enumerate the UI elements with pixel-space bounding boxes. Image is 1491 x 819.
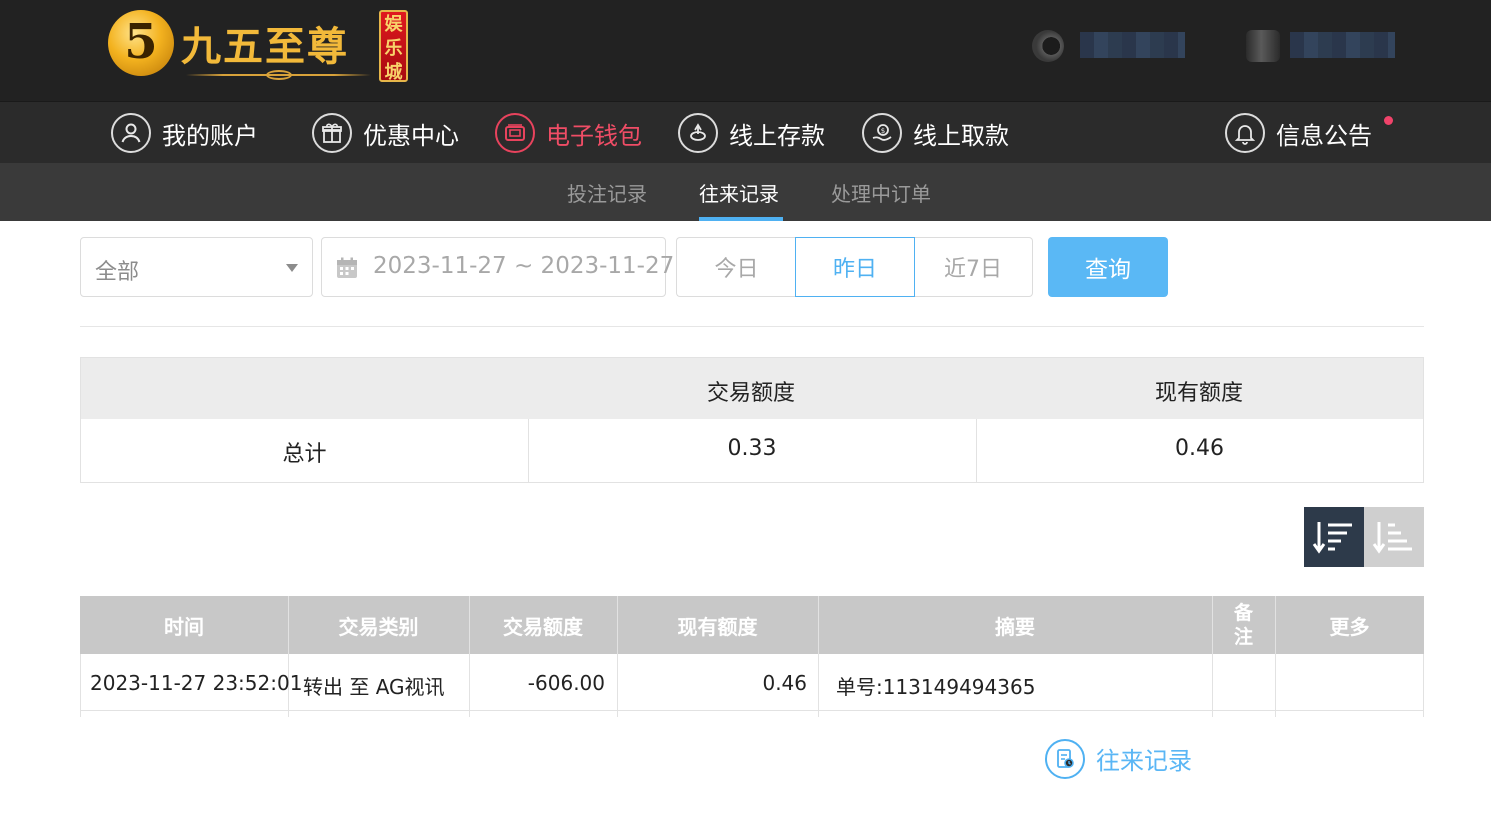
col-header-current-amount[interactable]: 现有额度 xyxy=(617,596,818,654)
sort-desc-icon xyxy=(1312,522,1352,554)
cell-time: 2023-11-27 23:52:01 xyxy=(90,671,303,695)
column-divider xyxy=(617,596,618,717)
column-divider xyxy=(818,596,819,717)
column-divider xyxy=(1212,596,1213,717)
summary-header-trade-amount: 交易额度 xyxy=(707,381,796,406)
nav-online-deposit[interactable]: 线上存款 xyxy=(678,112,825,154)
sub-nav: 投注记录 往来记录 处理中订单 xyxy=(0,163,1491,221)
tab-pending-orders[interactable]: 处理中订单 xyxy=(831,178,931,207)
nav-my-account[interactable]: 我的账户 xyxy=(111,112,258,154)
table-right-border xyxy=(1423,654,1424,717)
column-divider xyxy=(469,596,470,717)
nav-label: 我的账户 xyxy=(162,121,258,150)
tab-bet-records[interactable]: 投注记录 xyxy=(567,178,647,207)
transaction-type-select[interactable]: 全部 xyxy=(80,237,313,297)
wallet-icon xyxy=(495,113,535,153)
summary-total-current-amount: 0.46 xyxy=(1175,436,1224,461)
col-header-summary[interactable]: 摘要 xyxy=(818,596,1212,654)
col-header-time[interactable]: 时间 xyxy=(80,596,288,654)
cell-type: 转出 至 AG视讯 xyxy=(303,675,445,699)
brand-name: 九五至尊 xyxy=(181,23,349,70)
col-header-more[interactable]: 更多 xyxy=(1275,596,1424,654)
logo-badge: 娱 乐 城 xyxy=(379,10,408,83)
nav-label: 线上存款 xyxy=(729,121,825,150)
col-header-trade-amount[interactable]: 交易额度 xyxy=(469,596,617,654)
nav-e-wallet[interactable]: 电子钱包 xyxy=(495,112,642,154)
user-avatar-icon xyxy=(1032,30,1064,62)
table-left-border xyxy=(80,654,81,717)
top-header: 5 九五至尊 娱 乐 城 xyxy=(0,0,1491,101)
logo-ornament xyxy=(186,70,371,80)
nav-label: 线上取款 xyxy=(913,121,1009,150)
main-nav: 我的账户 优惠中心 电子钱包 线上存款 $ 线上取款 往来记录 信息公告 xyxy=(0,101,1491,779)
nav-label: 往来记录 xyxy=(1096,747,1192,775)
bell-icon xyxy=(1225,113,1265,153)
summary-total-trade-amount: 0.33 xyxy=(727,436,777,461)
nav-online-withdraw[interactable]: $ 线上取款 xyxy=(862,112,1009,154)
section-divider xyxy=(80,326,1424,327)
deposit-icon xyxy=(678,113,718,153)
nav-label: 信息公告 xyxy=(1276,121,1372,150)
quick-range-today[interactable]: 今日 xyxy=(676,237,796,297)
col-header-type[interactable]: 交易类别 xyxy=(288,596,469,654)
cell-trade-amount: -606.00 xyxy=(527,671,605,695)
sort-ascending-button[interactable] xyxy=(1364,507,1424,567)
svg-text:$: $ xyxy=(881,127,885,135)
logo-mark: 5 xyxy=(108,10,174,76)
nav-promotions[interactable]: 优惠中心 xyxy=(312,112,459,154)
nav-label: 优惠中心 xyxy=(363,121,459,150)
chevron-down-icon xyxy=(286,264,298,272)
blurred-username xyxy=(1080,32,1185,58)
sort-asc-icon xyxy=(1372,522,1412,554)
blurred-balance xyxy=(1290,32,1395,58)
cell-summary: 单号:113149494365 xyxy=(836,675,1036,699)
records-icon xyxy=(1045,738,1085,779)
sort-descending-button[interactable] xyxy=(1304,507,1364,567)
calendar-icon xyxy=(337,257,357,278)
active-tab-indicator xyxy=(699,217,783,221)
withdraw-icon: $ xyxy=(862,113,902,153)
col-header-note[interactable]: 备注 xyxy=(1212,596,1275,654)
nav-label: 电子钱包 xyxy=(546,121,642,150)
user-icon xyxy=(111,113,151,153)
date-range-value: 2023-11-27 ~ 2023-11-27 xyxy=(373,253,675,279)
query-button[interactable]: 查询 xyxy=(1048,237,1168,297)
summary-total-label: 总计 xyxy=(282,442,327,467)
balance-icon xyxy=(1246,30,1280,62)
select-value: 全部 xyxy=(95,260,140,285)
column-divider xyxy=(288,596,289,717)
gift-icon xyxy=(312,113,352,153)
date-range-picker[interactable]: 2023-11-27 ~ 2023-11-27 xyxy=(321,237,674,297)
notification-dot xyxy=(1384,116,1393,125)
column-divider xyxy=(1275,596,1276,717)
quick-range-yesterday[interactable]: 昨日 xyxy=(795,237,915,297)
cell-current-amount: 0.46 xyxy=(762,671,807,695)
summary-header-current-amount: 现有额度 xyxy=(1155,381,1244,406)
summary-table: 交易额度 现有额度 总计 0.33 0.46 xyxy=(80,357,1424,483)
nav-announcements[interactable]: 信息公告 xyxy=(1225,112,1372,154)
quick-range-7days[interactable]: 近7日 xyxy=(914,237,1033,297)
brand-logo[interactable]: 5 九五至尊 娱 乐 城 xyxy=(108,8,408,86)
records-table: 时间 交易类别 交易额度 现有额度 摘要 备注 更多 2023-11-27 23… xyxy=(80,596,1424,717)
tab-transaction-records[interactable]: 往来记录 xyxy=(699,178,779,207)
